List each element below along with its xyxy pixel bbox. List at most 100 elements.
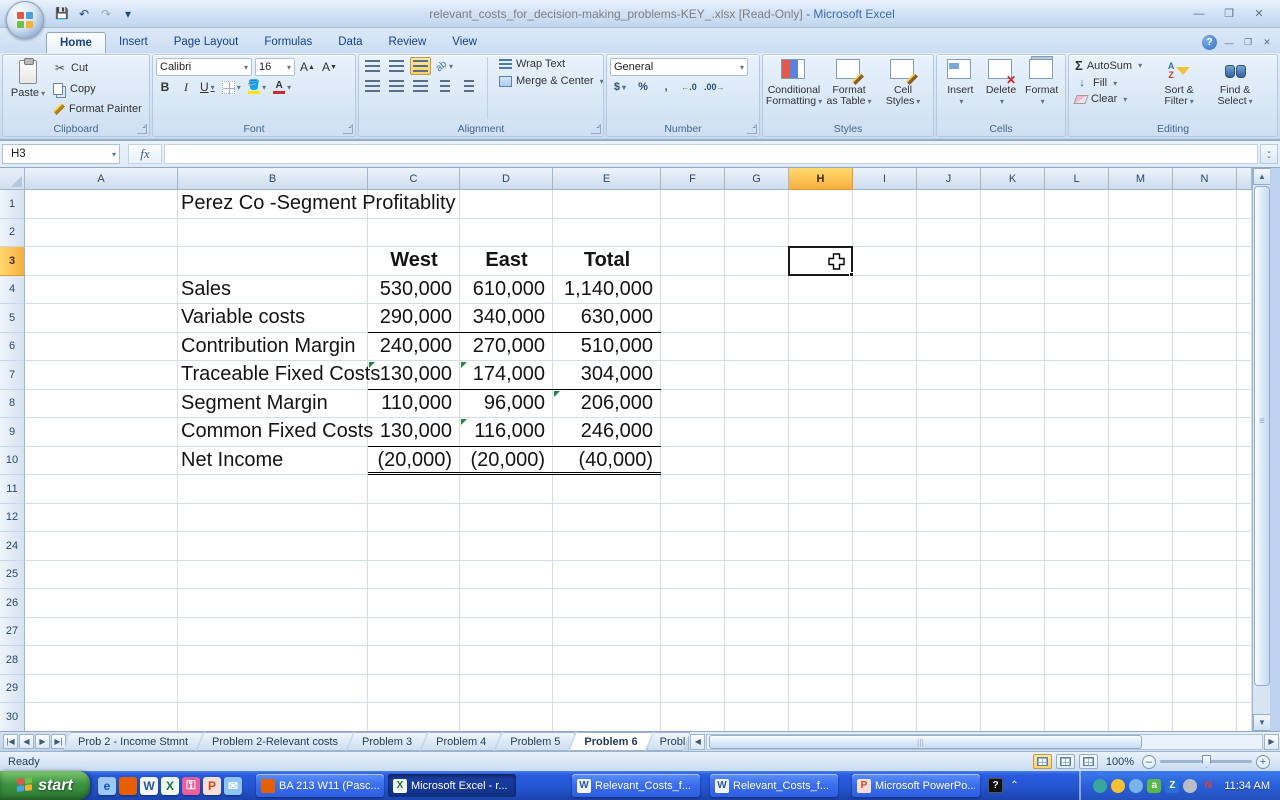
align-middle-icon[interactable] (386, 57, 407, 75)
column-header-B[interactable]: B (178, 168, 368, 190)
workbook-restore-button[interactable]: ❐ (1241, 37, 1255, 49)
cell-B9[interactable]: Common Fixed Costs (178, 418, 368, 447)
copy-button[interactable]: Copy (50, 82, 145, 96)
zoom-level[interactable]: 100% (1106, 756, 1134, 768)
workbook-minimize-button[interactable]: — (1222, 37, 1236, 49)
comma-style-button[interactable]: , (656, 78, 676, 96)
column-header-partial[interactable] (1237, 168, 1252, 190)
column-header-M[interactable]: M (1109, 168, 1173, 190)
font-size-combo[interactable]: 16 (255, 58, 295, 76)
row-header-3[interactable]: 3 (0, 247, 25, 276)
fill-handle[interactable] (849, 272, 854, 277)
cell-D8[interactable]: 96,000 (460, 390, 553, 419)
task-word-1-button[interactable]: WRelevant_Costs_f... (572, 774, 700, 797)
select-all-corner[interactable] (0, 168, 25, 190)
scroll-down-icon[interactable]: ▼ (1253, 714, 1271, 731)
column-header-K[interactable]: K (981, 168, 1045, 190)
page-break-view-icon[interactable] (1079, 754, 1098, 769)
align-left-icon[interactable] (362, 77, 383, 95)
row-header-30[interactable]: 30 (0, 703, 25, 731)
redo-icon[interactable]: ↷ (96, 4, 116, 23)
sheet-tab-problem-3[interactable]: Problem 3 (347, 732, 427, 751)
key-icon[interactable]: ⚿ (182, 777, 200, 795)
normal-view-icon[interactable] (1033, 754, 1052, 769)
insert-cells-button[interactable]: Insert (940, 57, 981, 119)
font-family-combo[interactable]: Calibri (156, 58, 252, 76)
green-app-tray-icon[interactable]: a (1147, 779, 1161, 793)
scroll-left-icon[interactable]: ◀ (690, 734, 705, 750)
undo-icon[interactable]: ↶ (74, 4, 94, 23)
tab-view[interactable]: View (439, 32, 490, 53)
collapse-chevron-icon[interactable]: ⌃ (1007, 778, 1022, 793)
cell-C5[interactable]: 290,000 (368, 304, 460, 333)
wrap-text-button[interactable]: Wrap Text (496, 57, 604, 71)
zoom-slider[interactable] (1160, 760, 1252, 763)
cell-C6[interactable]: 240,000 (368, 333, 460, 362)
column-header-N[interactable]: N (1173, 168, 1237, 190)
zoom-in-icon[interactable]: + (1256, 755, 1270, 769)
restore-button[interactable]: ❐ (1216, 5, 1242, 22)
sheet-tab-problem-4[interactable]: Problem 4 (421, 732, 501, 751)
workbook-close-button[interactable]: ✕ (1260, 37, 1274, 49)
cell-C10[interactable]: (20,000) (368, 447, 460, 476)
cell-E4[interactable]: 1,140,000 (553, 276, 661, 305)
row-header-4[interactable]: 4 (0, 276, 25, 305)
vertical-scroll-thumb[interactable] (1254, 186, 1270, 686)
cell-D5[interactable]: 340,000 (460, 304, 553, 333)
cut-button[interactable]: ✂Cut (50, 60, 145, 76)
task-powerpoint-button[interactable]: PMicrosoft PowerPo... (852, 774, 980, 797)
fill-button[interactable]: Fill (1072, 75, 1145, 91)
fill-color-button[interactable]: 🪣 (246, 78, 268, 96)
sort-filter-button[interactable]: AZ Sort &Filter (1151, 57, 1207, 119)
row-header-25[interactable]: 25 (0, 561, 25, 590)
accounting-format-button[interactable]: $ (610, 78, 630, 96)
autosum-button[interactable]: AutoSum (1072, 57, 1145, 74)
sheet-tab-probl[interactable]: Probl (647, 732, 691, 751)
row-header-28[interactable]: 28 (0, 646, 25, 675)
row-header-5[interactable]: 5 (0, 304, 25, 333)
sheet-tab-prob-2-income-stmnt[interactable]: Prob 2 - Income Stmnt (63, 732, 203, 751)
qat-customize-icon[interactable]: ▾ (118, 4, 138, 23)
last-sheet-icon[interactable]: ▶| (51, 734, 66, 749)
cell-B4[interactable]: Sales (178, 276, 368, 305)
cell-B7[interactable]: Traceable Fixed Costs (178, 361, 368, 390)
clear-button[interactable]: Clear (1072, 92, 1145, 106)
cell-C4[interactable]: 530,000 (368, 276, 460, 305)
column-header-J[interactable]: J (917, 168, 981, 190)
format-cells-button[interactable]: Format (1021, 57, 1062, 119)
horizontal-scroll-thumb[interactable] (709, 735, 1142, 749)
clipboard-dialog-launcher[interactable] (137, 124, 147, 134)
shield-tray-icon[interactable] (1111, 779, 1125, 793)
insert-function-button[interactable]: fx (128, 144, 162, 164)
row-header-6[interactable]: 6 (0, 333, 25, 362)
row-header-9[interactable]: 9 (0, 418, 25, 447)
selected-cell[interactable] (788, 246, 853, 276)
font-dialog-launcher[interactable] (343, 124, 353, 134)
cell-E9[interactable]: 246,000 (553, 418, 661, 447)
tab-insert[interactable]: Insert (106, 32, 161, 53)
decrease-decimal-button[interactable]: .00→ (702, 78, 727, 96)
tab-data[interactable]: Data (325, 32, 375, 53)
row-header-8[interactable]: 8 (0, 390, 25, 419)
zoom-slider-thumb[interactable] (1202, 755, 1211, 768)
format-as-table-button[interactable]: Formatas Table (822, 57, 876, 119)
column-header-G[interactable]: G (725, 168, 789, 190)
column-header-A[interactable]: A (25, 168, 178, 190)
column-header-L[interactable]: L (1045, 168, 1109, 190)
tab-home[interactable]: Home (46, 32, 106, 53)
help-icon[interactable]: ? (1202, 35, 1217, 50)
save-icon[interactable]: 💾 (52, 4, 72, 23)
tab-formulas[interactable]: Formulas (251, 32, 325, 53)
shrink-font-icon[interactable]: A▼ (320, 58, 339, 76)
task-excel-button[interactable]: XMicrosoft Excel - r... (388, 774, 516, 797)
prev-sheet-icon[interactable]: ◀ (19, 734, 34, 749)
column-header-E[interactable]: E (553, 168, 661, 190)
name-box[interactable]: H3 (2, 144, 120, 164)
font-color-button[interactable]: A (271, 78, 293, 96)
formula-input[interactable] (164, 144, 1258, 164)
gray-ball-tray-icon[interactable] (1183, 779, 1197, 793)
start-button[interactable]: start (0, 771, 90, 800)
excel-icon[interactable]: X (161, 777, 179, 795)
cell-C7[interactable]: 130,000 (368, 361, 460, 390)
cell-C9[interactable]: 130,000 (368, 418, 460, 447)
